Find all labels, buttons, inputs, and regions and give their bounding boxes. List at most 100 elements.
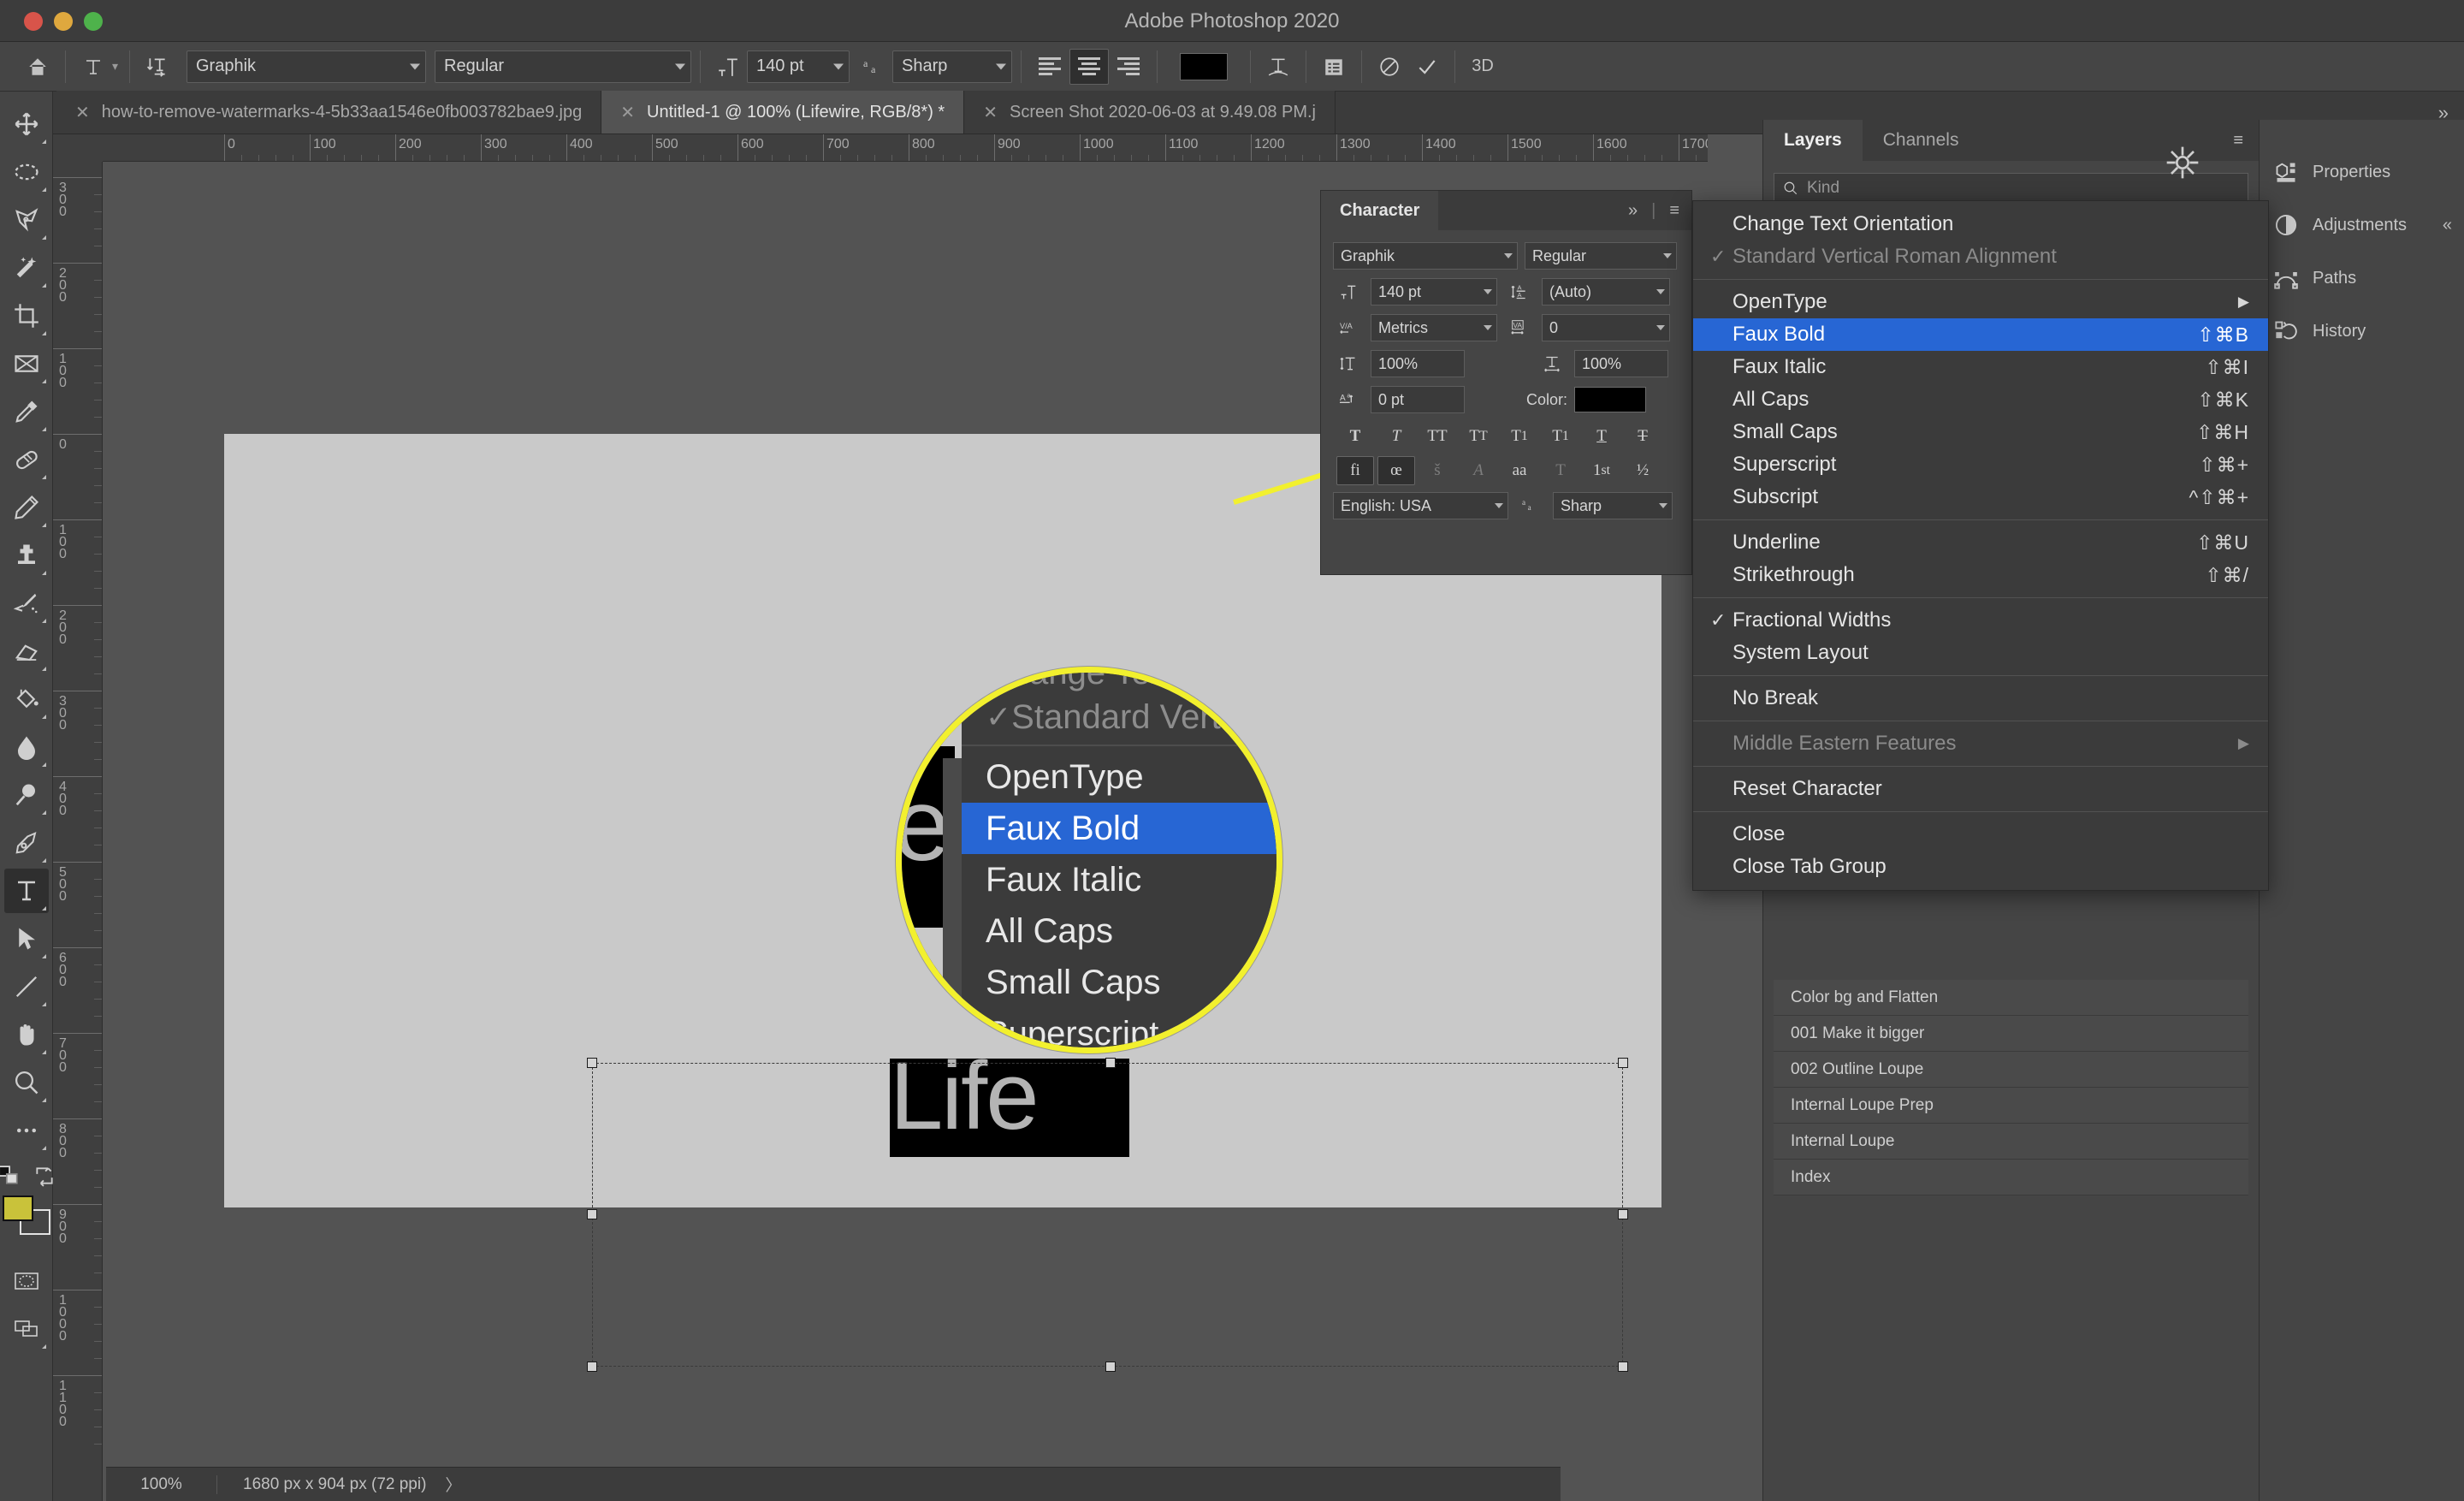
discretionary-ligatures-glyph[interactable]: œ xyxy=(1377,456,1415,485)
close-tab-icon[interactable]: ✕ xyxy=(620,102,635,123)
bbox-handle-tr[interactable] xyxy=(1618,1058,1628,1068)
font-family-select[interactable]: Graphik xyxy=(187,50,426,83)
bbox-handle-tc[interactable] xyxy=(1105,1058,1116,1068)
menu-item-close-tab-group[interactable]: Close Tab Group xyxy=(1693,851,2268,883)
rail-item-properties[interactable]: Properties xyxy=(2260,145,2464,199)
healing-brush-tool[interactable] xyxy=(4,437,49,482)
cp-font-style-select[interactable]: Regular xyxy=(1525,242,1677,270)
subscript-glyph[interactable]: T1 xyxy=(1542,422,1579,451)
menu-item-fractional-widths[interactable]: ✓ Fractional Widths xyxy=(1693,604,2268,637)
warp-text-icon[interactable] xyxy=(1259,48,1297,86)
menu-item-superscript[interactable]: Superscript ⇧⌘+ xyxy=(1693,448,2268,481)
type-tool[interactable] xyxy=(3,869,49,913)
align-center-button[interactable] xyxy=(1069,48,1109,85)
all-caps-glyph[interactable]: TT xyxy=(1419,422,1456,451)
tab-character[interactable]: Character xyxy=(1321,191,1439,230)
horizontal-ruler[interactable]: 0 100 200 300 400 500 600 700 800 900 1000 1100 1200… xyxy=(103,134,1708,162)
cp-horizontal-scale-input[interactable]: 100% xyxy=(1574,350,1668,377)
quick-mask-button[interactable] xyxy=(4,1259,49,1303)
bbox-handle-bc[interactable] xyxy=(1105,1362,1116,1372)
close-tab-icon[interactable]: ✕ xyxy=(983,102,998,123)
blur-tool[interactable] xyxy=(4,725,49,769)
cp-tracking-input[interactable]: 0 xyxy=(1542,314,1670,341)
status-expand-icon[interactable]: 〉 xyxy=(445,1473,461,1496)
menu-item-underline[interactable]: Underline ⇧⌘U xyxy=(1693,526,2268,559)
panel-menu-icon[interactable]: ≡ xyxy=(1669,201,1679,221)
character-panel-flyout-menu[interactable]: Change Text Orientation ✓ Standard Vertica… xyxy=(1692,200,2269,891)
lasso-tool[interactable] xyxy=(4,198,49,242)
fractions-glyph[interactable]: ½ xyxy=(1624,456,1661,485)
hand-tool[interactable] xyxy=(4,1012,49,1057)
cp-font-size-input[interactable]: 140 pt xyxy=(1371,278,1497,306)
menu-item-faux-bold[interactable]: Faux Bold ⇧⌘B xyxy=(1693,318,2268,351)
anti-alias-select[interactable]: Sharp xyxy=(892,50,1012,83)
underline-glyph[interactable]: T xyxy=(1583,422,1620,451)
rail-item-adjustments[interactable]: Adjustments xyxy=(2260,199,2464,252)
pen-tool[interactable] xyxy=(4,821,49,865)
move-tool[interactable] xyxy=(4,102,49,146)
tab-layers[interactable]: Layers xyxy=(1763,120,1863,161)
bbox-handle-bl[interactable] xyxy=(587,1362,597,1372)
cancel-icon[interactable] xyxy=(1371,48,1408,86)
zoom-level[interactable]: 100% xyxy=(106,1474,217,1494)
history-brush-tool[interactable] xyxy=(4,581,49,626)
close-tab-icon[interactable]: ✕ xyxy=(75,102,90,123)
crop-tool[interactable] xyxy=(4,294,49,338)
menu-item-strikethrough[interactable]: Strikethrough ⇧⌘/ xyxy=(1693,559,2268,591)
document-tab-1[interactable]: ✕ Untitled-1 @ 100% (Lifewire, RGB/8*) * xyxy=(601,91,965,133)
menu-item-small-caps[interactable]: Small Caps ⇧⌘H xyxy=(1693,416,2268,448)
ordinals-glyph[interactable]: T xyxy=(1542,456,1579,485)
bbox-handle-ml[interactable] xyxy=(587,1209,597,1219)
cp-anti-alias-select[interactable]: Sharp xyxy=(1553,492,1673,519)
zoom-tool[interactable] xyxy=(4,1060,49,1105)
clone-stamp-tool[interactable] xyxy=(4,533,49,578)
menu-item-opentype[interactable]: OpenType ▶ xyxy=(1693,286,2268,318)
menu-item-close[interactable]: Close xyxy=(1693,818,2268,851)
commit-icon[interactable] xyxy=(1408,48,1446,86)
menu-item-system-layout[interactable]: System Layout xyxy=(1693,637,2268,669)
align-left-button[interactable] xyxy=(1030,49,1069,85)
document-tab-0[interactable]: ✕ how-to-remove-watermarks-4-5b33aa1546e… xyxy=(56,91,602,133)
swash-glyph[interactable]: š xyxy=(1419,456,1456,485)
pencil-tool[interactable] xyxy=(4,485,49,530)
paint-bucket-tool[interactable] xyxy=(4,677,49,721)
cp-font-family-select[interactable]: Graphik xyxy=(1333,242,1518,270)
menu-item-change-text-orientation[interactable]: Change Text Orientation xyxy=(1693,208,2268,240)
cp-vertical-scale-input[interactable]: 100% xyxy=(1371,350,1465,377)
document-tab-2[interactable]: ✕ Screen Shot 2020-06-03 at 9.49.08 PM.j xyxy=(964,91,1336,133)
panel-overflow-icon[interactable]: » xyxy=(1628,201,1638,221)
menu-item-all-caps[interactable]: All Caps ⇧⌘K xyxy=(1693,383,2268,416)
edit-toolbar-ellipsis[interactable] xyxy=(4,1108,49,1153)
foreground-color-swatch[interactable] xyxy=(2,1195,33,1221)
eyedropper-tool[interactable] xyxy=(4,389,49,434)
menu-item-reset-character[interactable]: Reset Character xyxy=(1693,773,2268,805)
layers-panel-menu-icon[interactable]: ≡ xyxy=(2233,131,2259,151)
standard-ligatures-glyph[interactable]: fi xyxy=(1336,456,1374,485)
default-colors-icon[interactable] xyxy=(0,1165,20,1187)
cp-leading-input[interactable]: (Auto) xyxy=(1542,278,1670,306)
text-color-swatch[interactable] xyxy=(1180,52,1228,80)
menu-item-faux-italic[interactable]: Faux Italic ⇧⌘I xyxy=(1693,351,2268,383)
three-d-button[interactable]: 3D xyxy=(1464,48,1502,86)
menu-item-subscript[interactable]: Subscript ^⇧⌘+ xyxy=(1693,481,2268,513)
toggle-panels-icon[interactable] xyxy=(1315,48,1353,86)
menu-item-middle-eastern-features[interactable]: Middle Eastern Features ▶ xyxy=(1693,727,2268,760)
tool-preset-caret[interactable]: ▾ xyxy=(112,59,121,74)
cp-kerning-select[interactable]: Metrics xyxy=(1371,314,1497,341)
stylistic-alternates-glyph[interactable]: A xyxy=(1460,456,1497,485)
home-icon[interactable] xyxy=(19,48,56,86)
menu-item-no-break[interactable]: No Break xyxy=(1693,682,2268,715)
magic-wand-tool[interactable] xyxy=(4,246,49,290)
frame-tool[interactable] xyxy=(4,341,49,386)
faux-bold-glyph[interactable]: T xyxy=(1336,422,1374,451)
text-orientation-icon[interactable] xyxy=(139,48,176,86)
color-swatches[interactable] xyxy=(2,1195,50,1243)
line-tool[interactable] xyxy=(4,964,49,1009)
cp-language-select[interactable]: English: USA xyxy=(1333,492,1508,519)
strikethrough-glyph[interactable]: T xyxy=(1624,422,1661,451)
bbox-handle-br[interactable] xyxy=(1618,1362,1628,1372)
text-bounding-box[interactable] xyxy=(587,1058,1628,1372)
font-size-input[interactable]: 140 pt xyxy=(747,50,850,83)
vertical-ruler[interactable]: 300 200 100 0 100 200 300 400 500 600 700 800 900 100… xyxy=(53,162,103,1501)
align-right-button[interactable] xyxy=(1109,49,1148,85)
